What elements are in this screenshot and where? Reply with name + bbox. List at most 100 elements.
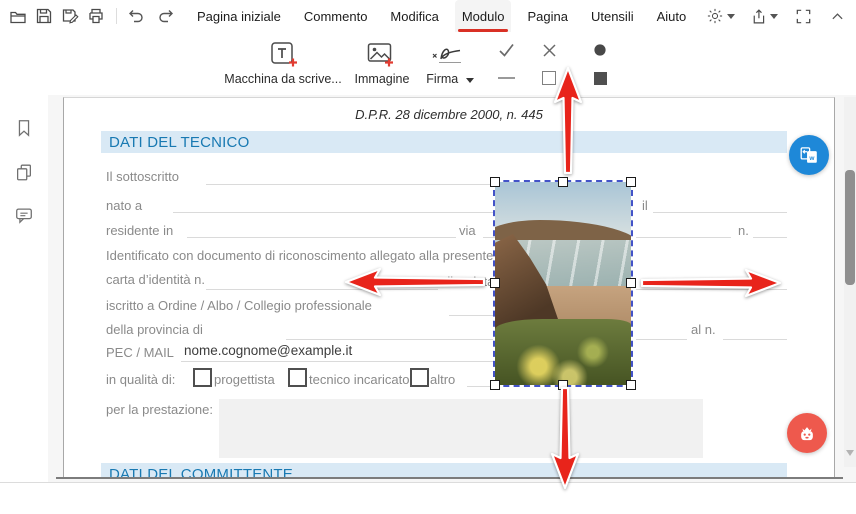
window-controls <box>706 0 846 32</box>
resize-handle-ne[interactable] <box>626 177 636 187</box>
vertical-scrollbar[interactable] <box>844 97 856 467</box>
form-field-line[interactable] <box>449 315 493 316</box>
redo-button[interactable] <box>154 4 178 28</box>
form-label-via: via <box>459 223 476 238</box>
svg-text:w: w <box>808 155 815 162</box>
form-label-nato-a: nato a <box>106 198 143 213</box>
resize-handle-nw[interactable] <box>490 177 500 187</box>
menubar: Pagina iniziale Commento Modifica Modulo… <box>0 0 856 32</box>
menu-pagina-iniziale[interactable]: Pagina iniziale <box>190 0 288 32</box>
checkbox-label-progettista: progettista <box>214 372 275 387</box>
convert-to-word-icon: w <box>800 147 817 163</box>
fullscreen-button[interactable] <box>795 8 812 25</box>
sun-icon <box>707 8 723 24</box>
check-mark-tool[interactable] <box>492 38 520 62</box>
form-field-line[interactable] <box>753 237 787 238</box>
form-label-qualita: in qualità di: <box>106 372 176 387</box>
theme-toggle-button[interactable] <box>706 7 735 25</box>
checkbox-label-altro: altro <box>430 372 456 387</box>
open-folder-icon <box>10 11 26 24</box>
checkbox-altro[interactable] <box>410 368 429 387</box>
redo-icon <box>159 10 173 23</box>
share-button[interactable] <box>750 8 778 25</box>
signature-tool-button[interactable] <box>430 43 464 67</box>
scrollbar-thumb[interactable] <box>845 170 855 285</box>
resize-arrow-down <box>550 386 580 490</box>
line-icon <box>497 77 515 79</box>
undo-icon <box>129 10 143 23</box>
save-button[interactable] <box>32 4 56 28</box>
image-add-icon <box>367 43 393 67</box>
document-reference-note: D.P.R. 28 dicembre 2000, n. 445 <box>355 107 543 122</box>
chevron-up-icon <box>832 12 843 19</box>
form-field-line[interactable] <box>173 212 493 213</box>
form-field-line[interactable] <box>636 339 687 340</box>
scrollbar-down-arrow[interactable] <box>846 450 854 456</box>
comments-button[interactable] <box>10 201 38 229</box>
signature-label-text: Firma <box>426 72 459 86</box>
cross-mark-icon <box>542 43 556 57</box>
menu-modulo[interactable]: Modulo <box>454 0 512 32</box>
form-label-carta-identita: carta d’identità n. <box>106 272 206 287</box>
square-filled-icon <box>593 71 607 85</box>
menu-commento[interactable]: Commento <box>297 0 375 32</box>
resize-handle-e[interactable] <box>626 278 636 288</box>
form-label-prestazione: per la prestazione: <box>106 402 213 417</box>
form-field-line[interactable] <box>653 212 787 213</box>
toolbar-separator <box>116 8 117 24</box>
signature-tool-label: Firma <box>415 72 485 86</box>
form-label-provincia: della provincia di <box>106 322 203 337</box>
line-tool[interactable] <box>492 66 520 90</box>
print-button[interactable] <box>84 4 108 28</box>
share-icon <box>753 8 765 23</box>
bookmark-icon <box>18 120 30 137</box>
beach-photo <box>495 182 631 385</box>
convert-to-word-button[interactable]: w <box>789 135 829 175</box>
typewriter-tool-button[interactable] <box>269 40 299 69</box>
undo-button[interactable] <box>124 4 148 28</box>
statusbar: 1/1 <box>0 482 856 514</box>
pec-mail-value[interactable]: nome.cognome@example.it <box>184 343 352 358</box>
menu-utensili[interactable]: Utensili <box>584 0 641 32</box>
menu-modifica[interactable]: Modifica <box>383 0 445 32</box>
resize-arrow-left <box>344 267 486 297</box>
image-tool-button[interactable] <box>366 41 396 69</box>
resize-handle-w[interactable] <box>490 278 500 288</box>
form-field-line[interactable] <box>181 361 493 362</box>
form-label-n: n. <box>738 223 749 238</box>
resize-handle-se[interactable] <box>626 380 636 390</box>
form-field-line[interactable] <box>187 237 456 238</box>
cross-mark-tool[interactable] <box>535 38 563 62</box>
prestazione-textarea[interactable] <box>219 399 703 458</box>
open-file-button[interactable] <box>6 4 30 28</box>
form-field-line[interactable] <box>483 237 495 238</box>
resize-handle-n[interactable] <box>558 177 568 187</box>
fullscreen-icon <box>796 9 811 23</box>
checkbox-tecnico-incaricato[interactable] <box>288 368 307 387</box>
print-icon <box>89 8 103 24</box>
square-filled-tool[interactable] <box>586 66 614 90</box>
save-as-button[interactable] <box>58 4 82 28</box>
filled-dot-tool[interactable] <box>586 38 614 62</box>
menu-aiuto[interactable]: Aiuto <box>650 0 694 32</box>
assistant-robot-button[interactable] <box>787 413 827 453</box>
collapse-toolbar-button[interactable] <box>829 8 846 25</box>
checkbox-progettista[interactable] <box>193 368 212 387</box>
form-field-line[interactable] <box>636 237 731 238</box>
save-as-icon <box>62 9 79 24</box>
robot-mascot-icon <box>801 427 813 441</box>
bookmarks-button[interactable] <box>10 114 38 142</box>
menu-pagina[interactable]: Pagina <box>520 0 574 32</box>
left-panel <box>0 95 48 482</box>
selected-image[interactable] <box>490 177 636 390</box>
page-thumbnails-button[interactable] <box>10 158 38 186</box>
form-label-il: il <box>642 198 648 213</box>
resize-arrow-right <box>640 268 782 298</box>
typewriter-tool-label: Macchina da scrive... <box>224 72 342 86</box>
form-field-line[interactable] <box>286 339 493 340</box>
resize-handle-sw[interactable] <box>490 380 500 390</box>
form-field-line[interactable] <box>206 184 493 185</box>
form-field-line[interactable] <box>723 339 787 340</box>
form-label-residente-in: residente in <box>106 223 174 238</box>
form-label-pec-mail: PEC / MAIL <box>106 345 174 360</box>
